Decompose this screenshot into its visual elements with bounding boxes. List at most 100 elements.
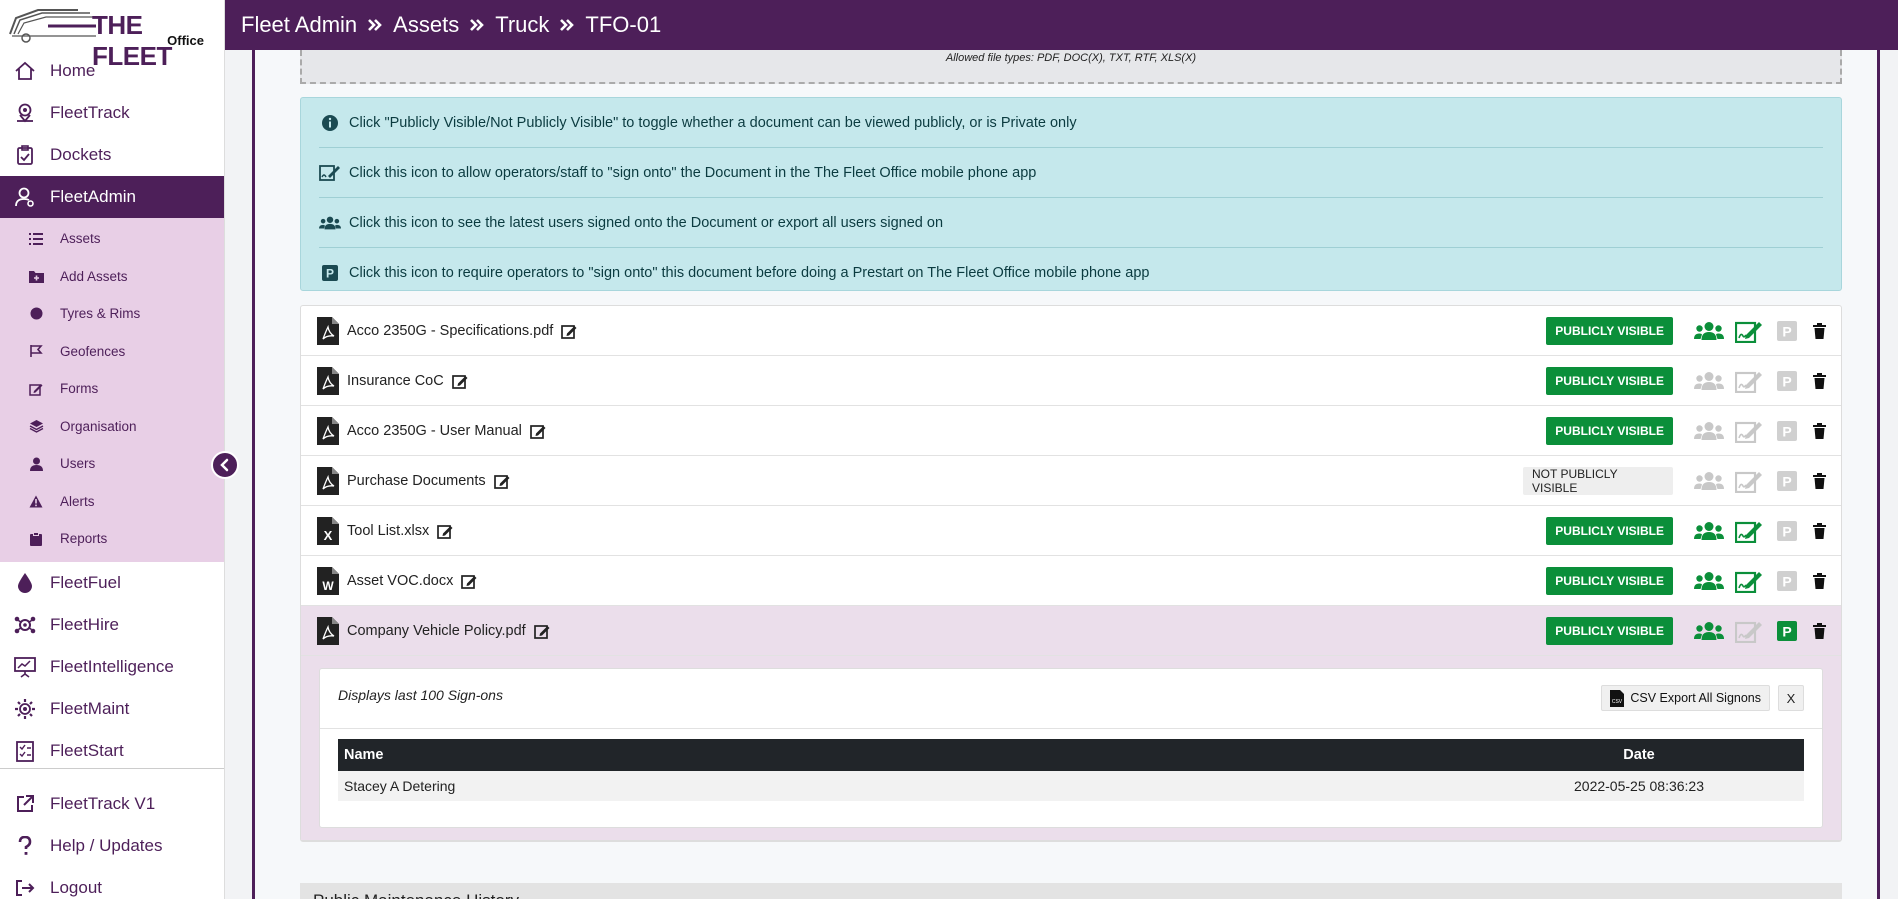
file-dropzone[interactable]: Allowed file types: PDF, DOC(X), TXT, RT… bbox=[300, 50, 1842, 84]
edit-icon[interactable] bbox=[533, 623, 550, 639]
sidebar-item-fleetintelligence[interactable]: FleetIntelligence bbox=[0, 646, 224, 688]
csv-export-button[interactable]: CSV CSV Export All Signons bbox=[1601, 685, 1770, 711]
sidebar-item-fleetmaint[interactable]: FleetMaint bbox=[0, 688, 224, 730]
sidebar-subitem-users[interactable]: Users bbox=[0, 445, 224, 483]
drop-icon bbox=[12, 570, 38, 596]
document-actions: PUBLICLY VISIBLE P bbox=[1546, 406, 1841, 456]
sidebar-subitem-alerts[interactable]: Alerts bbox=[0, 483, 224, 521]
users-icon[interactable] bbox=[1691, 317, 1727, 345]
users-icon[interactable] bbox=[1691, 517, 1727, 545]
document-name[interactable]: Acco 2350G - User Manual bbox=[347, 423, 522, 439]
sidebar-subitem-assets[interactable]: Assets bbox=[0, 220, 224, 258]
pdf-file-icon[interactable] bbox=[317, 366, 339, 395]
edit-icon[interactable] bbox=[451, 373, 468, 389]
signature-icon[interactable] bbox=[1733, 367, 1765, 395]
sidebar-subitem-organisation[interactable]: Organisation bbox=[0, 408, 224, 446]
signature-icon[interactable] bbox=[1733, 567, 1765, 595]
sidebar-subitem-forms[interactable]: Forms bbox=[0, 370, 224, 408]
trash-icon[interactable] bbox=[1809, 467, 1829, 495]
excel-file-icon[interactable]: X bbox=[317, 516, 339, 545]
sidebar-item-logout[interactable]: Logout bbox=[0, 867, 224, 899]
trash-icon[interactable] bbox=[1809, 367, 1829, 395]
double-chevron-right-icon bbox=[367, 12, 383, 38]
prestart-p-icon[interactable]: P bbox=[1771, 417, 1803, 445]
document-name[interactable]: Tool List.xlsx bbox=[347, 523, 429, 539]
sidebar-subitem-label: Users bbox=[60, 456, 96, 472]
prestart-p-icon[interactable]: P bbox=[1771, 467, 1803, 495]
sidebar-item-label: Home bbox=[50, 61, 96, 80]
prestart-p-icon[interactable]: P bbox=[1771, 517, 1803, 545]
visibility-toggle-button[interactable]: NOT PUBLICLY VISIBLE bbox=[1523, 467, 1673, 495]
svg-text:CSV: CSV bbox=[1612, 699, 1623, 705]
close-signon-button[interactable]: X bbox=[1778, 685, 1804, 711]
document-name[interactable]: Purchase Documents bbox=[347, 473, 486, 489]
breadcrumb-item: TFO-01 bbox=[585, 12, 662, 37]
prestart-p-icon[interactable]: P bbox=[1771, 567, 1803, 595]
visibility-toggle-button[interactable]: PUBLICLY VISIBLE bbox=[1546, 617, 1673, 645]
signature-icon[interactable] bbox=[1733, 517, 1765, 545]
logo[interactable]: THE FLEET Office bbox=[0, 0, 224, 71]
signature-icon[interactable] bbox=[1733, 467, 1765, 495]
visibility-toggle-button[interactable]: PUBLICLY VISIBLE bbox=[1546, 567, 1673, 595]
sidebar-subitem-geofences[interactable]: Geofences bbox=[0, 333, 224, 371]
users-icon[interactable] bbox=[1691, 367, 1727, 395]
document-name[interactable]: Company Vehicle Policy.pdf bbox=[347, 623, 526, 639]
edit-icon[interactable] bbox=[493, 473, 510, 489]
document-actions: PUBLICLY VISIBLE P bbox=[1546, 506, 1841, 556]
visibility-toggle-button[interactable]: PUBLICLY VISIBLE bbox=[1546, 367, 1673, 395]
edit-icon[interactable] bbox=[437, 523, 453, 539]
trash-icon[interactable] bbox=[1809, 567, 1829, 595]
sidebar-subitem-tyres-rims[interactable]: Tyres & Rims bbox=[0, 295, 224, 333]
document-name[interactable]: Insurance CoC bbox=[347, 373, 444, 389]
pdf-file-icon[interactable] bbox=[317, 316, 339, 345]
sidebar-item-fleettrack[interactable]: FleetTrack bbox=[0, 92, 224, 134]
sidebar-divider bbox=[0, 768, 224, 769]
trash-icon[interactable] bbox=[1809, 317, 1829, 345]
sidebar-item-label: Dockets bbox=[50, 145, 112, 164]
document-name[interactable]: Acco 2350G - Specifications.pdf bbox=[347, 323, 553, 339]
signature-icon[interactable] bbox=[1733, 617, 1765, 645]
users-icon[interactable] bbox=[1691, 617, 1727, 645]
sidebar-item-help-updates[interactable]: Help / Updates bbox=[0, 825, 224, 867]
sidebar-subitem-label: Reports bbox=[60, 531, 108, 547]
breadcrumb-item[interactable]: Truck bbox=[495, 12, 549, 38]
signature-icon[interactable] bbox=[1733, 317, 1765, 345]
edit-icon[interactable] bbox=[561, 323, 577, 339]
pdf-file-icon[interactable] bbox=[317, 466, 339, 495]
trash-icon[interactable] bbox=[1809, 617, 1829, 645]
sidebar-item-fleethire[interactable]: FleetHire bbox=[0, 604, 224, 646]
prestart-p-icon[interactable]: P bbox=[1771, 317, 1803, 345]
sidebar-item-dockets[interactable]: Dockets bbox=[0, 134, 224, 176]
word-file-icon[interactable]: W bbox=[317, 566, 339, 595]
edit-icon[interactable] bbox=[530, 423, 546, 439]
breadcrumb-item[interactable]: Assets bbox=[393, 12, 459, 38]
sidebar-collapse-button[interactable] bbox=[211, 451, 239, 479]
layers-icon bbox=[28, 418, 44, 434]
prestart-p-icon[interactable]: P bbox=[1771, 617, 1803, 645]
document-name[interactable]: Asset VOC.docx bbox=[347, 573, 453, 589]
users-icon[interactable] bbox=[1691, 567, 1727, 595]
trash-icon[interactable] bbox=[1809, 417, 1829, 445]
svg-text:P: P bbox=[1782, 624, 1791, 640]
visibility-toggle-button[interactable]: PUBLICLY VISIBLE bbox=[1546, 417, 1673, 445]
document-row: Acco 2350G - Specifications.pdf PUBLICLY … bbox=[301, 306, 1841, 356]
info-row-visibility: Click "Publicly Visible/Not Publicly Vis… bbox=[319, 98, 1823, 148]
sidebar-item-fleetstart[interactable]: FleetStart bbox=[0, 730, 224, 772]
sidebar-subitem-reports[interactable]: Reports bbox=[0, 520, 224, 558]
trash-icon[interactable] bbox=[1809, 517, 1829, 545]
breadcrumb-item[interactable]: Fleet Admin bbox=[241, 12, 357, 38]
visibility-toggle-button[interactable]: PUBLICLY VISIBLE bbox=[1546, 517, 1673, 545]
users-icon[interactable] bbox=[1691, 417, 1727, 445]
visibility-toggle-button[interactable]: PUBLICLY VISIBLE bbox=[1546, 317, 1673, 345]
edit-icon[interactable] bbox=[461, 573, 477, 589]
sidebar-item-fleetfuel[interactable]: FleetFuel bbox=[0, 562, 224, 604]
sidebar-item-fleetadmin[interactable]: FleetAdmin bbox=[0, 176, 224, 218]
prestart-p-icon[interactable]: P bbox=[1771, 367, 1803, 395]
sidebar-item-fleettrack-v1[interactable]: FleetTrack V1 bbox=[0, 783, 224, 825]
users-icon[interactable] bbox=[1691, 467, 1727, 495]
signature-icon[interactable] bbox=[1733, 417, 1765, 445]
pdf-file-icon[interactable] bbox=[317, 416, 339, 445]
pdf-file-icon[interactable] bbox=[317, 616, 339, 645]
sidebar-subitem-add-assets[interactable]: Add Assets bbox=[0, 258, 224, 296]
maintenance-history-header[interactable]: Public Maintenance History bbox=[300, 883, 1842, 899]
